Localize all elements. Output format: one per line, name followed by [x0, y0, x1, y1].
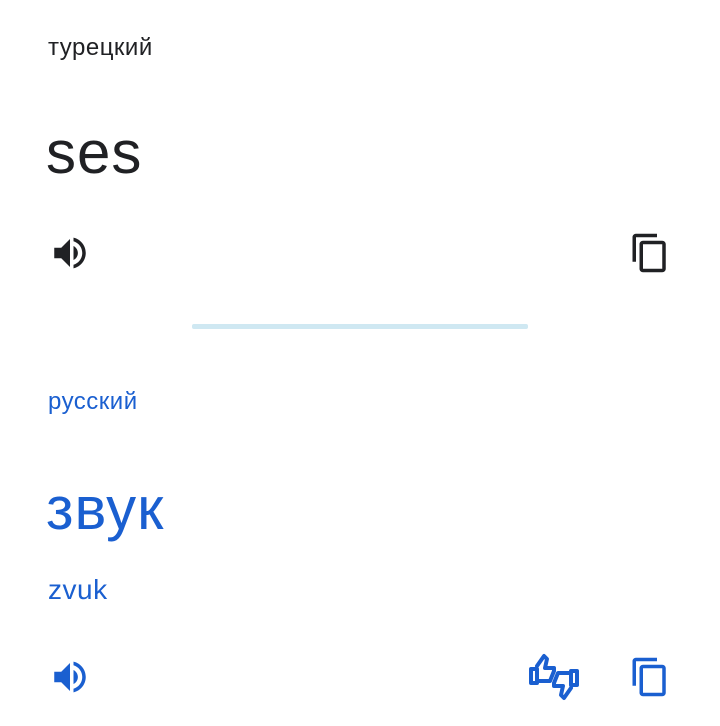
transliteration-text: zvuk — [48, 574, 108, 605]
speaker-icon — [49, 656, 91, 698]
target-language-label: русский — [48, 388, 138, 415]
target-copy-button[interactable] — [626, 653, 674, 701]
feedback-thumbs-icon — [528, 651, 580, 703]
source-copy-button[interactable] — [626, 229, 674, 277]
copy-icon — [629, 656, 671, 698]
speaker-icon — [49, 232, 91, 274]
translated-text: звук — [46, 475, 165, 542]
source-text: ses — [46, 119, 143, 186]
rate-translation-button[interactable] — [528, 651, 580, 703]
source-listen-button[interactable] — [46, 229, 94, 277]
section-divider — [192, 324, 528, 329]
target-listen-button[interactable] — [46, 653, 94, 701]
source-language-label: турецкий — [48, 34, 153, 61]
copy-icon — [629, 232, 671, 274]
